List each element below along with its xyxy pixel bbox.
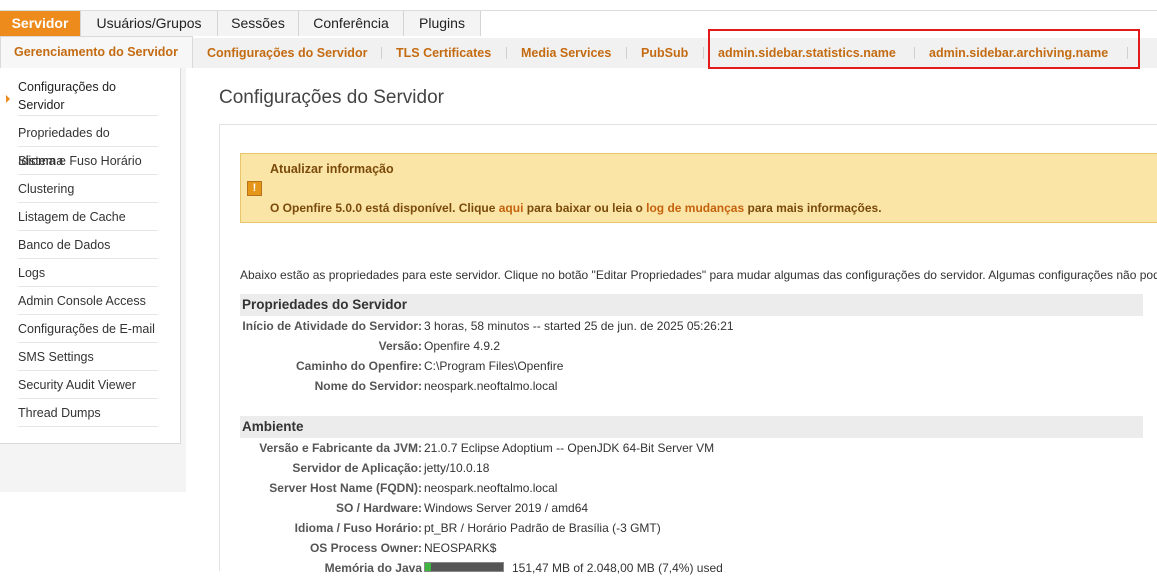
subtab-media-services[interactable]: Media Services	[521, 38, 611, 68]
sidebar-menu: Configurações do Servidor Propriedades d…	[0, 68, 181, 444]
sidebar-item-configuracoes-servidor[interactable]: Configurações do Servidor	[18, 78, 158, 116]
tab-plugins[interactable]: Plugins	[404, 11, 481, 36]
prop-label: Início de Atividade do Servidor:	[242, 319, 422, 333]
sidebar-item-clustering[interactable]: Clustering	[18, 175, 158, 203]
sidebar-item-email[interactable]: Configurações de E-mail	[18, 315, 158, 343]
prop-label: Versão e Fabricante da JVM:	[259, 441, 422, 455]
subtab-tls-certificates[interactable]: TLS Certificates	[396, 38, 491, 68]
tab-servidor[interactable]: Servidor	[0, 11, 81, 36]
prop-row: Idioma / Fuso Horário: pt_BR / Horário P…	[240, 518, 1143, 538]
prop-value: Openfire 4.9.2	[424, 339, 501, 353]
prop-row: Nome do Servidor: neospark.neoftalmo.loc…	[240, 376, 1143, 396]
sidebar-item-thread-dumps[interactable]: Thread Dumps	[18, 399, 158, 427]
sidebar: Configurações do Servidor Propriedades d…	[0, 68, 186, 492]
sidebar-item-admin-console-access[interactable]: Admin Console Access	[18, 287, 158, 315]
prop-value: 3 horas, 58 minutos -- started 25 de jun…	[424, 319, 734, 333]
alert-message: O Openfire 5.0.0 está disponível. Clique…	[270, 201, 882, 215]
download-link[interactable]: aqui	[499, 201, 524, 215]
prop-value: neospark.neoftalmo.local	[424, 481, 558, 495]
subtab-configuracoes[interactable]: Configurações do Servidor	[207, 38, 367, 68]
changelog-link[interactable]: log de mudanças	[646, 201, 744, 215]
prop-row: Server Host Name (FQDN): neospark.neofta…	[240, 478, 1143, 498]
alert-message-text: O Openfire 5.0.0 está disponível. Clique	[270, 201, 499, 215]
subtab-pubsub[interactable]: PubSub	[641, 38, 688, 68]
sidebar-item-security-audit[interactable]: Security Audit Viewer	[18, 371, 158, 399]
tab-usuarios-grupos[interactable]: Usuários/Grupos	[81, 11, 218, 36]
alert-title: Atualizar informação	[270, 162, 394, 176]
subtab-separator	[703, 47, 704, 59]
prop-value: 21.0.7 Eclipse Adoptium -- OpenJDK 64-Bi…	[424, 441, 715, 455]
alert-message-text: para mais informações.	[744, 201, 882, 215]
alert-message-text: para baixar ou leia o	[523, 201, 647, 215]
prop-row: Versão e Fabricante da JVM: 21.0.7 Eclip…	[240, 438, 1143, 458]
sidebar-item-logs[interactable]: Logs	[18, 259, 158, 287]
sidebar-item-propriedades-sistema[interactable]: Propriedades do Sistema	[18, 119, 158, 168]
prop-value: pt_BR / Horário Padrão de Brasília (-3 G…	[424, 521, 661, 535]
prop-value: Windows Server 2019 / amd64	[424, 501, 589, 515]
intro-text: Abaixo estão as propriedades para este s…	[240, 268, 1157, 282]
memory-usage-bar	[424, 562, 504, 572]
prop-value: C:\Program Files\Openfire	[424, 359, 564, 373]
sidebar-item-cache[interactable]: Listagem de Cache	[18, 203, 158, 231]
highlight-annotation-box	[708, 29, 1140, 69]
update-alert: ! Atualizar informação O Openfire 5.0.0 …	[240, 153, 1157, 223]
tab-conferencia[interactable]: Conferência	[299, 11, 404, 36]
subtab-separator	[506, 47, 507, 59]
sidebar-item-banco-dados[interactable]: Banco de Dados	[18, 231, 158, 259]
prop-row: Servidor de Aplicação: jetty/10.0.18	[240, 458, 1143, 478]
section-server-properties: Propriedades do Servidor	[240, 294, 1143, 316]
prop-label: Idioma / Fuso Horário:	[294, 521, 422, 535]
active-arrow-icon	[6, 95, 10, 103]
prop-value: jetty/10.0.18	[424, 461, 490, 475]
prop-label: Memória do Java	[324, 561, 422, 575]
warning-icon: !	[247, 181, 262, 196]
subtab-separator	[381, 47, 382, 59]
prop-row: OS Process Owner: NEOSPARK$	[240, 538, 1143, 558]
prop-label: Caminho do Openfire:	[296, 359, 422, 373]
prop-row: Início de Atividade do Servidor: 3 horas…	[240, 316, 1143, 336]
prop-value: NEOSPARK$	[424, 541, 497, 555]
prop-label: OS Process Owner:	[309, 541, 422, 555]
prop-row: SO / Hardware: Windows Server 2019 / amd…	[240, 498, 1143, 518]
prop-label: SO / Hardware:	[335, 501, 422, 515]
prop-label: Server Host Name (FQDN):	[269, 481, 422, 495]
sidebar-item-idioma[interactable]: Idioma e Fuso Horário	[18, 147, 158, 175]
prop-row: Versão: Openfire 4.9.2	[240, 336, 1143, 356]
prop-value: neospark.neoftalmo.local	[424, 379, 558, 393]
prop-row-memory: Memória do Java 151,47 MB of 2.048,00 MB…	[240, 558, 1143, 578]
prop-row: Caminho do Openfire: C:\Program Files\Op…	[240, 356, 1143, 376]
prop-label: Versão:	[378, 339, 422, 353]
memory-usage-text: 151,47 MB of 2.048,00 MB (7,4%) used	[512, 561, 723, 575]
prop-label: Nome do Servidor:	[314, 379, 422, 393]
section-environment: Ambiente	[240, 416, 1143, 438]
page-title: Configurações do Servidor	[219, 87, 444, 108]
subtab-gerenciamento[interactable]: Gerenciamento do Servidor	[0, 36, 193, 68]
sidebar-item-sms-settings[interactable]: SMS Settings	[18, 343, 158, 371]
prop-label: Servidor de Aplicação:	[292, 461, 422, 475]
subtab-separator	[626, 47, 627, 59]
tab-sessoes[interactable]: Sessões	[218, 11, 299, 36]
